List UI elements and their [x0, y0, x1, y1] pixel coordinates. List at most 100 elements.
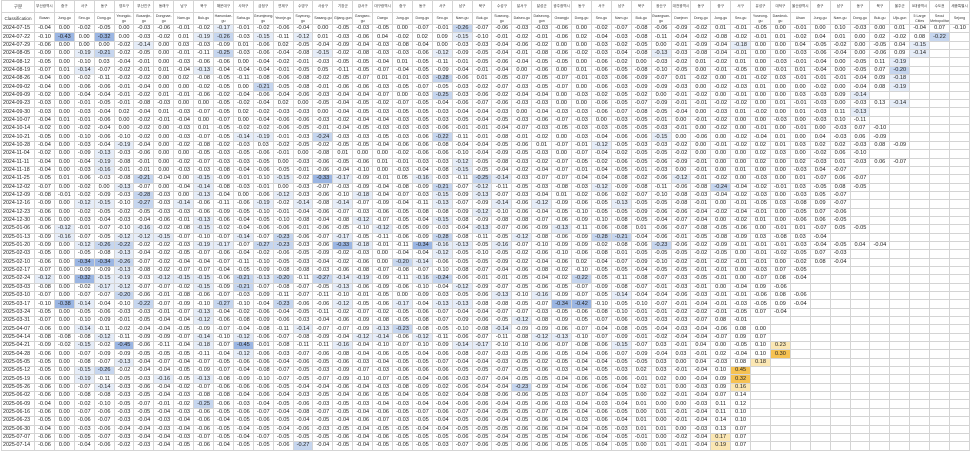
table-cell: 0.01 [531, 140, 553, 151]
table-cell: -0.06 [590, 382, 612, 393]
table-cell: -0.08 [292, 74, 314, 84]
table-cell: 0.00 [53, 324, 75, 334]
table-cell: -0.06 [193, 90, 215, 101]
table-cell: -0.03 [34, 107, 55, 117]
table-cell: -0.06 [451, 99, 473, 109]
table-cell: -0.07 [93, 290, 115, 301]
column-header-english: Dalseo-gu [511, 12, 533, 25]
table-cell: -0.09 [113, 349, 135, 359]
table-cell: -0.03 [232, 399, 254, 409]
table-cell: -0.07 [73, 407, 95, 418]
table-cell: -0.09 [431, 341, 453, 351]
table-cell [929, 290, 950, 301]
table-cell: -0.04 [372, 140, 394, 151]
table-cell: 0.01 [153, 90, 175, 101]
table-row: 2024-08-05 -0.09 0.00 -0.19 -0.21 -0.02 -0.05 0… [1, 49, 971, 59]
table-cell: -0.33 [332, 240, 354, 251]
table-cell: -0.05 [173, 249, 195, 259]
table-cell: -0.04 [93, 299, 115, 309]
table-cell: 0.07 [710, 391, 732, 401]
table-cell: -0.04 [133, 324, 155, 334]
table-cell [909, 316, 931, 326]
table-cell: -0.04 [352, 441, 374, 451]
table-cell: -0.06 [252, 332, 274, 343]
table-cell: -0.06 [352, 82, 374, 92]
table-cell: -0.03 [610, 32, 632, 42]
table-cell [829, 407, 851, 418]
table-cell: -0.04 [551, 416, 573, 426]
table-cell: -0.06 [193, 199, 215, 209]
column-header-korean: 북구 [630, 0, 652, 13]
table-cell: -0.03 [789, 190, 811, 201]
table-cell: -0.08 [173, 290, 195, 301]
table-cell: -0.03 [173, 407, 195, 418]
table-cell: -0.03 [650, 316, 672, 326]
table-cell: -0.16 [491, 240, 513, 251]
table-cell: -0.04 [292, 23, 314, 34]
table-cell: 0.00 [511, 107, 533, 117]
table-cell: -0.11 [471, 232, 493, 242]
table-cell: -0.02 [551, 274, 573, 284]
table-cell: -0.04 [173, 115, 195, 126]
table-cell: -0.09 [471, 215, 493, 226]
row-date: 2025-04-21 [1, 341, 35, 351]
table-cell: -0.13 [193, 307, 215, 318]
table-cell: -0.03 [113, 416, 135, 426]
table-cell: -0.03 [431, 224, 453, 234]
table-cell: -0.04 [571, 399, 592, 409]
table-cell [929, 207, 950, 217]
table-cell [909, 382, 931, 393]
table-cell: -0.03 [431, 290, 453, 301]
table-cell: -0.01 [750, 249, 771, 259]
table-cell [829, 424, 851, 434]
table-cell: -0.04 [232, 65, 254, 76]
column-header-korean: 동구 [93, 0, 115, 13]
table-cell: -0.04 [511, 90, 533, 101]
table-cell: -0.03 [590, 74, 612, 84]
table-cell: -0.04 [511, 57, 533, 67]
table-cell: -0.02 [511, 257, 533, 267]
table-cell: 0.02 [113, 107, 135, 117]
table-cell: -0.07 [411, 23, 433, 34]
table-cell: 0.03 [769, 74, 791, 84]
table-row: 2025-02-10 -0.06 0.00 -0.34 -0.34 -0.26 -0.07-… [1, 257, 971, 267]
table-cell: -0.08 [34, 282, 55, 293]
table-cell: 0.00 [232, 190, 254, 201]
table-cell [889, 399, 911, 409]
table-cell: -0.32 [73, 274, 95, 284]
table-cell: -0.04 [113, 57, 135, 67]
table-cell: -0.05 [352, 107, 374, 117]
table-cell: -0.06 [312, 299, 334, 309]
table-cell: -0.19 [252, 199, 274, 209]
table-cell: -0.08 [392, 182, 413, 192]
table-cell: -0.12 [431, 49, 453, 59]
table-cell: -0.05 [93, 99, 115, 109]
table-cell: -0.04 [34, 140, 55, 151]
table-cell: -0.06 [511, 441, 533, 451]
table-cell: -0.04 [213, 349, 234, 359]
table-cell [929, 332, 950, 343]
table-cell: 0.00 [53, 257, 75, 267]
table-row: 2025-05-26 -0.06 0.00 -0.07 -0.14 -0.03 -0.06-… [1, 382, 971, 393]
table-cell: -0.07 [809, 174, 831, 184]
table-cell: -0.04 [551, 424, 573, 434]
table-cell: -0.04 [491, 40, 513, 51]
table-cell: -0.09 [571, 232, 592, 242]
table-cell [869, 190, 891, 201]
table-cell: -0.05 [849, 57, 871, 67]
table-cell [849, 199, 871, 209]
table-cell [849, 399, 871, 409]
table-cell: -0.06 [590, 349, 612, 359]
table-cell: -0.04 [173, 341, 195, 351]
table-cell: 0.00 [551, 99, 573, 109]
column-header-korean: 유성구 [750, 0, 771, 13]
table-cell: -0.07 [571, 324, 592, 334]
table-cell: 0.10 [829, 115, 851, 126]
table-cell: -0.08 [471, 299, 493, 309]
table-cell: -0.05 [789, 207, 811, 217]
table-cell: -0.06 [571, 199, 592, 209]
table-cell: -0.02 [789, 257, 811, 267]
table-cell: -0.11 [292, 341, 314, 351]
table-cell: 0.02 [789, 157, 811, 167]
table-cell: 0.09 [710, 382, 732, 393]
